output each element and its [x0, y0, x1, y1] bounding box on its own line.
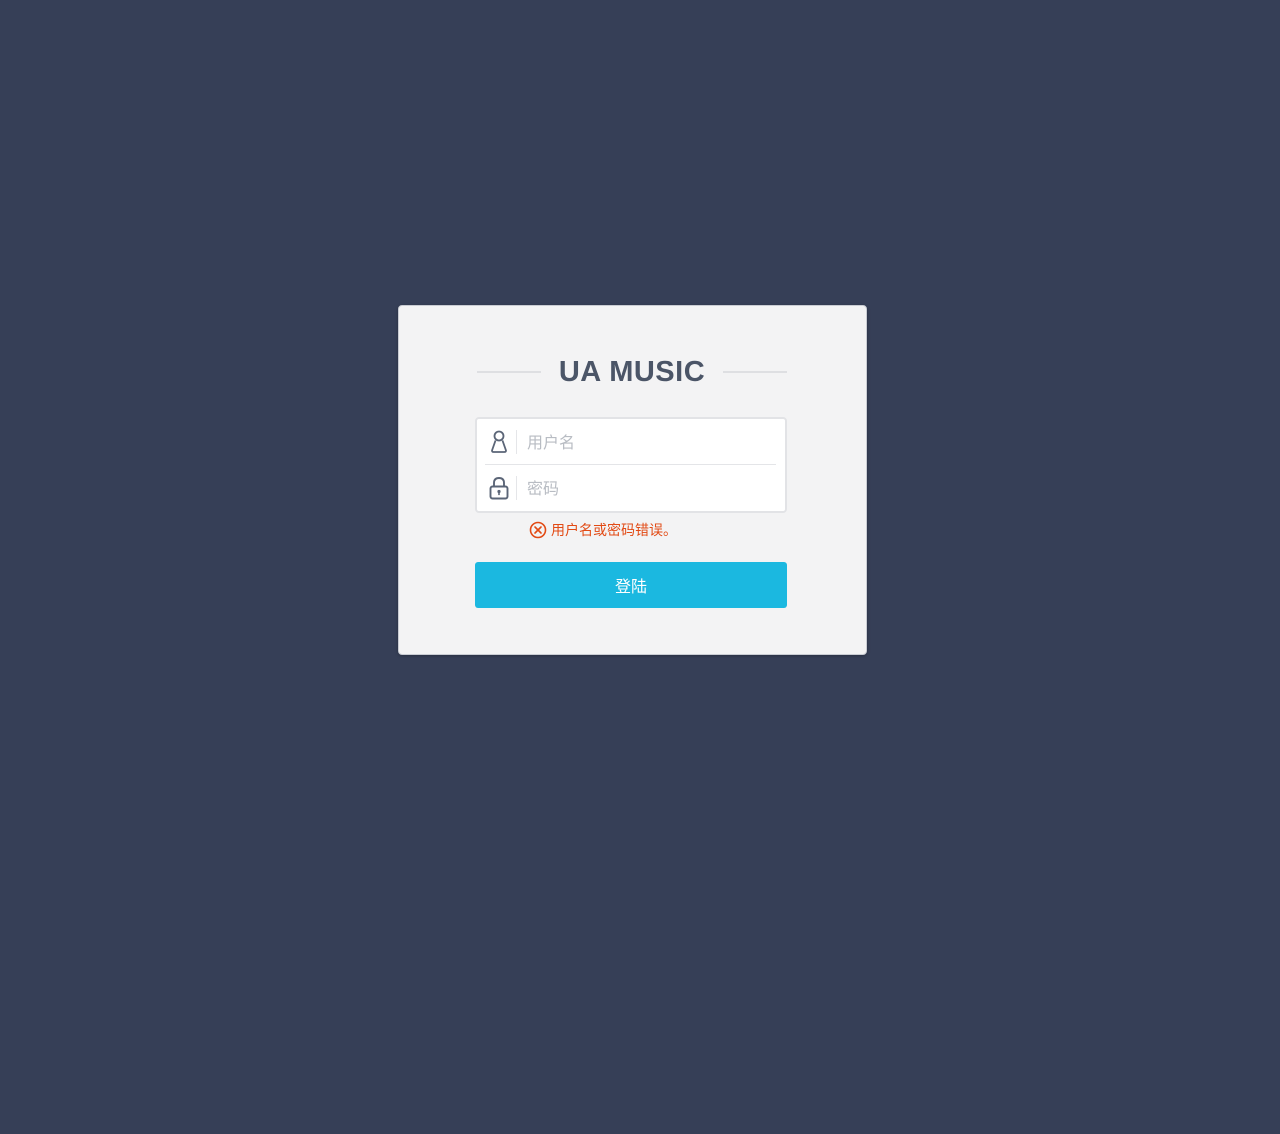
- icon-separator: [516, 430, 517, 454]
- user-icon: [485, 428, 513, 456]
- error-circle-x-icon: [529, 521, 547, 539]
- lock-icon: [485, 474, 513, 502]
- password-input[interactable]: [527, 473, 777, 503]
- credentials-box: [475, 417, 787, 513]
- error-text: 用户名或密码错误。: [551, 523, 677, 539]
- login-button[interactable]: 登陆: [475, 562, 787, 608]
- password-field: [477, 465, 785, 511]
- title-row: UA MUSIC: [477, 352, 787, 392]
- username-field: [477, 419, 785, 465]
- username-input[interactable]: [527, 427, 777, 457]
- error-message: 用户名或密码错误。: [529, 520, 677, 540]
- title-divider-right: [723, 371, 787, 373]
- icon-separator: [516, 476, 517, 500]
- login-card: UA MUSIC 用户名 用户名或密码错误。 登陆: [398, 305, 867, 655]
